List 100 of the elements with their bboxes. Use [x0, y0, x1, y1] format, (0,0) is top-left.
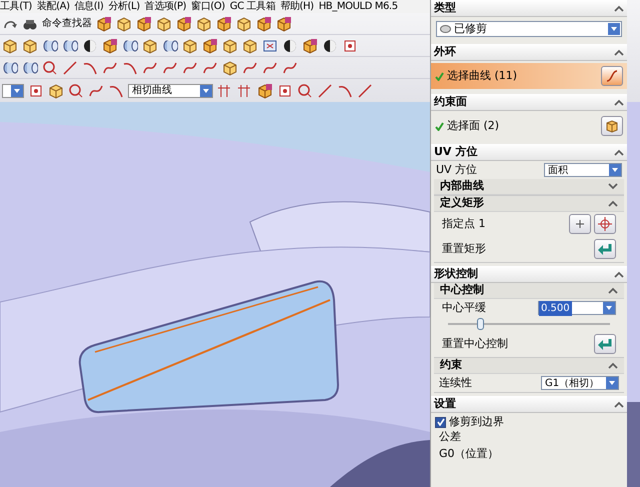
selection-label: 选择面 (2) — [447, 118, 500, 134]
section-header[interactable]: 形状控制 — [431, 266, 627, 283]
selection-row[interactable]: 选择曲线 (11) — [431, 63, 627, 89]
box-icon[interactable] — [222, 60, 238, 76]
reset-button[interactable] — [594, 334, 616, 354]
box-icon[interactable] — [156, 16, 172, 32]
menu-item[interactable]: 工具(T) — [0, 0, 32, 13]
selection-filter-icon[interactable] — [277, 82, 293, 98]
menu-item[interactable]: 首选项(P) — [144, 0, 186, 13]
box-icon[interactable] — [48, 82, 64, 98]
field-label: 公差 — [439, 429, 461, 446]
dropdown[interactable]: G1（相切） — [541, 376, 619, 390]
line-pair-icon[interactable] — [217, 82, 233, 98]
chevron-up-icon[interactable] — [614, 270, 624, 278]
field-label: 连续性 — [439, 374, 472, 391]
line-pair-icon[interactable] — [237, 82, 253, 98]
dropdown[interactable]: 面积 — [544, 163, 622, 177]
cylinder-icon[interactable] — [22, 60, 38, 76]
section-header[interactable]: 类型 — [431, 0, 627, 17]
box-icon[interactable] — [196, 16, 212, 32]
section-header[interactable]: 约束面 — [431, 94, 627, 111]
chevron-up-icon[interactable] — [608, 200, 618, 207]
reset-button[interactable] — [594, 239, 616, 259]
box-icon[interactable] — [116, 16, 132, 32]
chevron-up-icon[interactable] — [614, 148, 624, 156]
cylinder-icon[interactable] — [2, 60, 18, 76]
group-title: 中心控制 — [440, 282, 484, 298]
menu-item[interactable]: 分析(L) — [108, 0, 140, 13]
cube-icon[interactable] — [276, 16, 292, 32]
cube-icon[interactable] — [202, 38, 218, 54]
dropdown[interactable]: 已修剪 — [436, 21, 622, 37]
field-label: 重置矩形 — [442, 240, 487, 257]
cube-icon[interactable] — [176, 16, 192, 32]
cube-icon[interactable] — [96, 16, 112, 32]
selection-dropdown[interactable] — [2, 84, 24, 98]
chevron-up-icon[interactable] — [614, 98, 624, 106]
line-icon[interactable] — [62, 60, 78, 76]
checkmark-icon — [436, 418, 444, 426]
group-header[interactable]: 定义矩形 — [434, 196, 624, 212]
section-title: 外环 — [434, 44, 456, 60]
cube-icon[interactable] — [256, 16, 272, 32]
cylinder-icon[interactable] — [162, 38, 178, 54]
cube-icon[interactable] — [102, 38, 118, 54]
group-title: 定义矩形 — [440, 195, 484, 212]
cylinder-icon[interactable] — [122, 38, 138, 54]
box-icon[interactable] — [222, 38, 238, 54]
box-icon[interactable] — [22, 38, 38, 54]
command-finder-label[interactable]: 命令查找器 — [42, 16, 92, 31]
chevron-up-icon[interactable] — [608, 287, 618, 294]
field-label: 指定点 1 — [442, 216, 486, 232]
chevron-up-icon[interactable] — [608, 362, 618, 369]
box-icon[interactable] — [2, 38, 18, 54]
box-icon[interactable] — [182, 38, 198, 54]
chevron-up-icon[interactable] — [614, 4, 624, 12]
group-header[interactable]: 内部曲线 — [434, 179, 624, 195]
cube-icon[interactable] — [216, 16, 232, 32]
crosshair-icon — [598, 217, 612, 231]
menu-item[interactable]: 窗口(O) — [191, 0, 225, 13]
menu-item[interactable]: HB_MOULD M6.5 — [318, 0, 398, 13]
slider-thumb[interactable] — [477, 318, 484, 330]
cube-icon[interactable] — [136, 16, 152, 32]
box-icon[interactable] — [142, 38, 158, 54]
selection-label: 选择曲线 (11) — [447, 68, 518, 84]
section-header[interactable]: 设置 — [431, 396, 627, 413]
plus-icon — [575, 219, 585, 229]
cube-icon[interactable] — [257, 82, 273, 98]
cube-icon — [605, 119, 619, 133]
curve-rule-dropdown[interactable]: 相切曲线 — [128, 84, 213, 98]
checkbox[interactable] — [435, 416, 446, 428]
menu-item[interactable]: 装配(A) — [36, 0, 70, 13]
point-dialog-button[interactable] — [569, 214, 591, 234]
field-label: G0（位置） — [439, 446, 499, 462]
chevron-down-icon[interactable] — [608, 183, 618, 190]
section-title: 设置 — [434, 396, 456, 412]
return-arrow-icon — [598, 243, 612, 255]
section-title: 形状控制 — [434, 266, 478, 282]
chevron-up-icon[interactable] — [614, 48, 624, 56]
group-header[interactable]: 约束 — [434, 358, 624, 374]
select-button[interactable] — [601, 116, 623, 136]
line-icon[interactable] — [357, 82, 373, 98]
selection-filter-icon[interactable] — [342, 38, 358, 54]
cylinder-icon[interactable] — [42, 38, 58, 54]
selection-filter-icon[interactable] — [28, 82, 44, 98]
box-icon[interactable] — [242, 38, 258, 54]
line-icon[interactable] — [317, 82, 333, 98]
select-button[interactable] — [601, 66, 623, 86]
section-header[interactable]: 外环 — [431, 44, 627, 61]
cylinder-icon[interactable] — [62, 38, 78, 54]
point-button[interactable] — [594, 214, 616, 234]
chevron-up-icon[interactable] — [614, 400, 624, 408]
group-header[interactable]: 中心控制 — [434, 283, 624, 299]
section-header[interactable]: UV 方位 — [431, 144, 627, 161]
menu-item[interactable]: GC 工具箱 — [230, 0, 276, 13]
selection-row[interactable]: 选择面 (2) — [431, 113, 627, 139]
window-icon[interactable] — [262, 38, 278, 54]
value-field[interactable]: 0.500 — [538, 301, 616, 315]
menu-item[interactable]: 信息(I) — [74, 0, 104, 13]
box-icon[interactable] — [236, 16, 252, 32]
cube-icon[interactable] — [302, 38, 318, 54]
menu-item[interactable]: 帮助(H) — [280, 0, 314, 13]
